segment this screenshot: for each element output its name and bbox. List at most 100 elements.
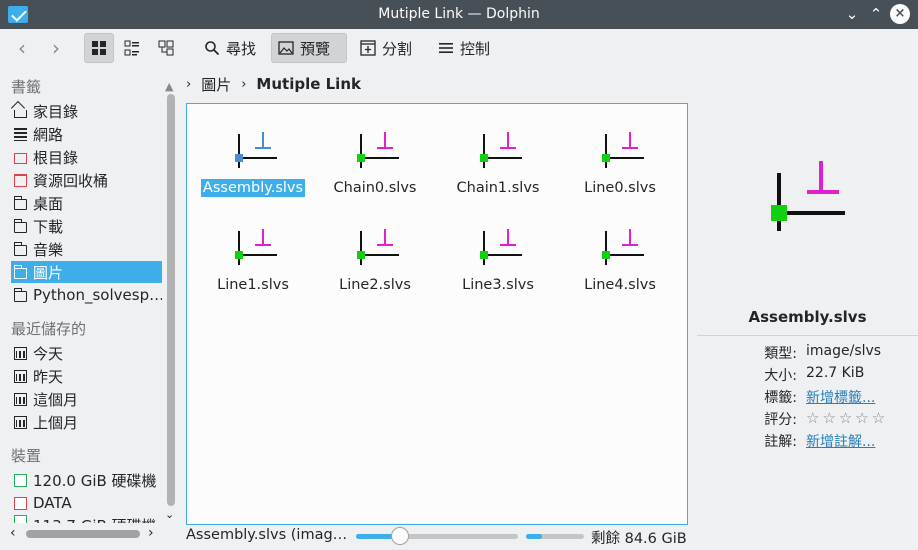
info-file-name: Assembly.slvs (748, 308, 867, 326)
back-button[interactable]: ‹ (12, 33, 32, 63)
folder-icon (13, 287, 27, 302)
details-view-button[interactable] (152, 33, 182, 63)
info-tags-key: 標籤: (764, 390, 797, 406)
icons-view-icon (92, 41, 106, 55)
sidebar-item-label: 120.0 GiB 硬碟機 (33, 471, 157, 490)
file-thumbnail (602, 132, 644, 168)
file-item[interactable]: Assembly.slvs (193, 104, 313, 197)
disk-space-bar (526, 534, 584, 539)
compact-view-icon (124, 40, 139, 56)
maximize-icon[interactable]: ⌃ (866, 4, 886, 24)
root-folder-icon (14, 152, 27, 164)
file-thumbnail (602, 229, 644, 265)
sidebar-item-label: 昨天 (33, 367, 64, 386)
devices-header: 裝置 (11, 447, 42, 465)
icons-view-button[interactable] (84, 33, 114, 63)
file-item[interactable]: Line3.slvs (438, 201, 558, 293)
breadcrumb: › 圖片 › Mutiple Link (186, 72, 361, 96)
rating-stars[interactable]: ☆☆☆☆☆ (806, 409, 888, 427)
breadcrumb-chevron-icon[interactable]: › (241, 77, 246, 92)
breadcrumb-parent[interactable]: 圖片 (201, 74, 231, 95)
sidebar-item-data[interactable]: DATA (11, 492, 162, 514)
sidebar-item-label: 圖片 (33, 263, 64, 282)
sidebar-item-music[interactable]: 音樂 (11, 238, 162, 260)
sidebar-item-network[interactable]: 網路 (11, 123, 162, 145)
sidebar-item-drive-120[interactable]: 120.0 GiB 硬碟機 (11, 469, 162, 491)
calendar-icon (14, 392, 27, 406)
scroll-left-icon[interactable]: ‹ (10, 525, 16, 541)
file-thumbnail (480, 229, 522, 265)
add-tags-link[interactable]: 新增標籤... (806, 387, 875, 407)
search-label: 尋找 (226, 39, 257, 58)
home-icon (14, 109, 27, 118)
file-thumbnail (480, 132, 522, 168)
file-item[interactable]: Line2.slvs (315, 201, 435, 293)
file-name: Line4.slvs (584, 277, 656, 293)
info-comment-key: 註解: (764, 434, 797, 450)
sidebar-vertical-scrollbar[interactable] (167, 94, 175, 506)
window-title: Mutiple Link — Dolphin (378, 6, 540, 22)
info-type-value: image/slvs (806, 343, 882, 359)
file-item[interactable]: Line4.slvs (560, 201, 680, 293)
sidebar-item-drive-113[interactable]: 113.7 GiB 硬碟機 (11, 515, 162, 523)
sidebar-item-last-month[interactable]: 上個月 (11, 411, 162, 433)
file-name: Chain1.slvs (456, 180, 540, 196)
sidebar-item-label: 上個月 (33, 413, 79, 432)
file-thumbnail (235, 132, 277, 168)
sidebar-item-home[interactable]: 家目錄 (11, 100, 162, 122)
file-view[interactable]: Assembly.slvs Chain0.slvs Chain1.slvs Line0… (186, 103, 688, 525)
add-comment-link[interactable]: 新增註解... (806, 431, 875, 451)
file-name: Line0.slvs (584, 180, 656, 196)
folder-icon (13, 241, 27, 256)
calendar-icon (14, 346, 27, 360)
file-item[interactable]: Chain0.slvs (315, 104, 435, 196)
control-menu-button[interactable]: 控制 (432, 33, 496, 63)
trash-icon (14, 173, 27, 187)
info-tags-row: 標籤: 新增標籤... (697, 387, 918, 407)
minimize-icon[interactable]: ⌄ (842, 4, 862, 24)
sidebar-item-downloads[interactable]: 下載 (11, 215, 162, 237)
preview-button[interactable]: 預覽 (271, 33, 347, 63)
sidebar-item-today[interactable]: 今天 (11, 342, 162, 364)
scroll-down-icon[interactable]: ⌄ (165, 508, 174, 521)
compact-view-button[interactable] (118, 33, 148, 63)
sidebar-item-label: 桌面 (33, 194, 64, 213)
breadcrumb-current[interactable]: Mutiple Link (256, 75, 361, 93)
file-item[interactable]: Chain1.slvs (438, 104, 558, 196)
sidebar-item-python-solvespace[interactable]: Python_solvesp… (11, 284, 162, 306)
zoom-slider-handle[interactable] (390, 527, 409, 545)
network-icon (14, 127, 27, 141)
file-name: Line2.slvs (339, 277, 411, 293)
close-icon[interactable]: × (890, 4, 910, 24)
sidebar-item-this-month[interactable]: 這個月 (11, 388, 162, 410)
recent-header: 最近儲存的 (11, 320, 87, 338)
scroll-up-icon[interactable]: ▲ (165, 80, 173, 93)
sidebar-item-pictures[interactable]: 圖片 (11, 261, 162, 283)
search-button[interactable]: 尋找 (198, 33, 262, 63)
sidebar-item-trash[interactable]: 資源回收桶 (11, 169, 162, 191)
bookmarks-header: 書籤 (11, 78, 42, 96)
back-arrow-icon: ‹ (18, 36, 26, 60)
sidebar-horizontal-scrollbar[interactable] (26, 530, 140, 538)
zoom-slider[interactable] (356, 527, 518, 545)
info-rating-key: 評分: (764, 412, 797, 428)
sidebar-item-desktop[interactable]: 桌面 (11, 192, 162, 214)
breadcrumb-root-chevron-icon[interactable]: › (186, 77, 191, 92)
split-button[interactable]: 分割 (354, 33, 418, 63)
split-icon (360, 40, 376, 56)
sidebar-item-yesterday[interactable]: 昨天 (11, 365, 162, 387)
info-size-key: 大小: (764, 368, 797, 384)
drive-icon (14, 473, 27, 487)
search-icon (205, 41, 220, 56)
file-thumbnail (235, 229, 277, 265)
file-name: Chain0.slvs (333, 180, 417, 196)
preview-label: 預覽 (300, 39, 331, 58)
file-item[interactable]: Line0.slvs (560, 104, 680, 196)
info-size-row: 大小: 22.7 KiB (697, 365, 918, 385)
free-space-text: 剩餘 84.6 GiB (591, 531, 687, 547)
scroll-right-icon[interactable]: › (148, 525, 154, 541)
forward-button[interactable]: › (46, 33, 66, 63)
info-divider (697, 335, 918, 336)
file-item[interactable]: Line1.slvs (193, 201, 313, 293)
sidebar-item-root[interactable]: 根目錄 (11, 146, 162, 168)
